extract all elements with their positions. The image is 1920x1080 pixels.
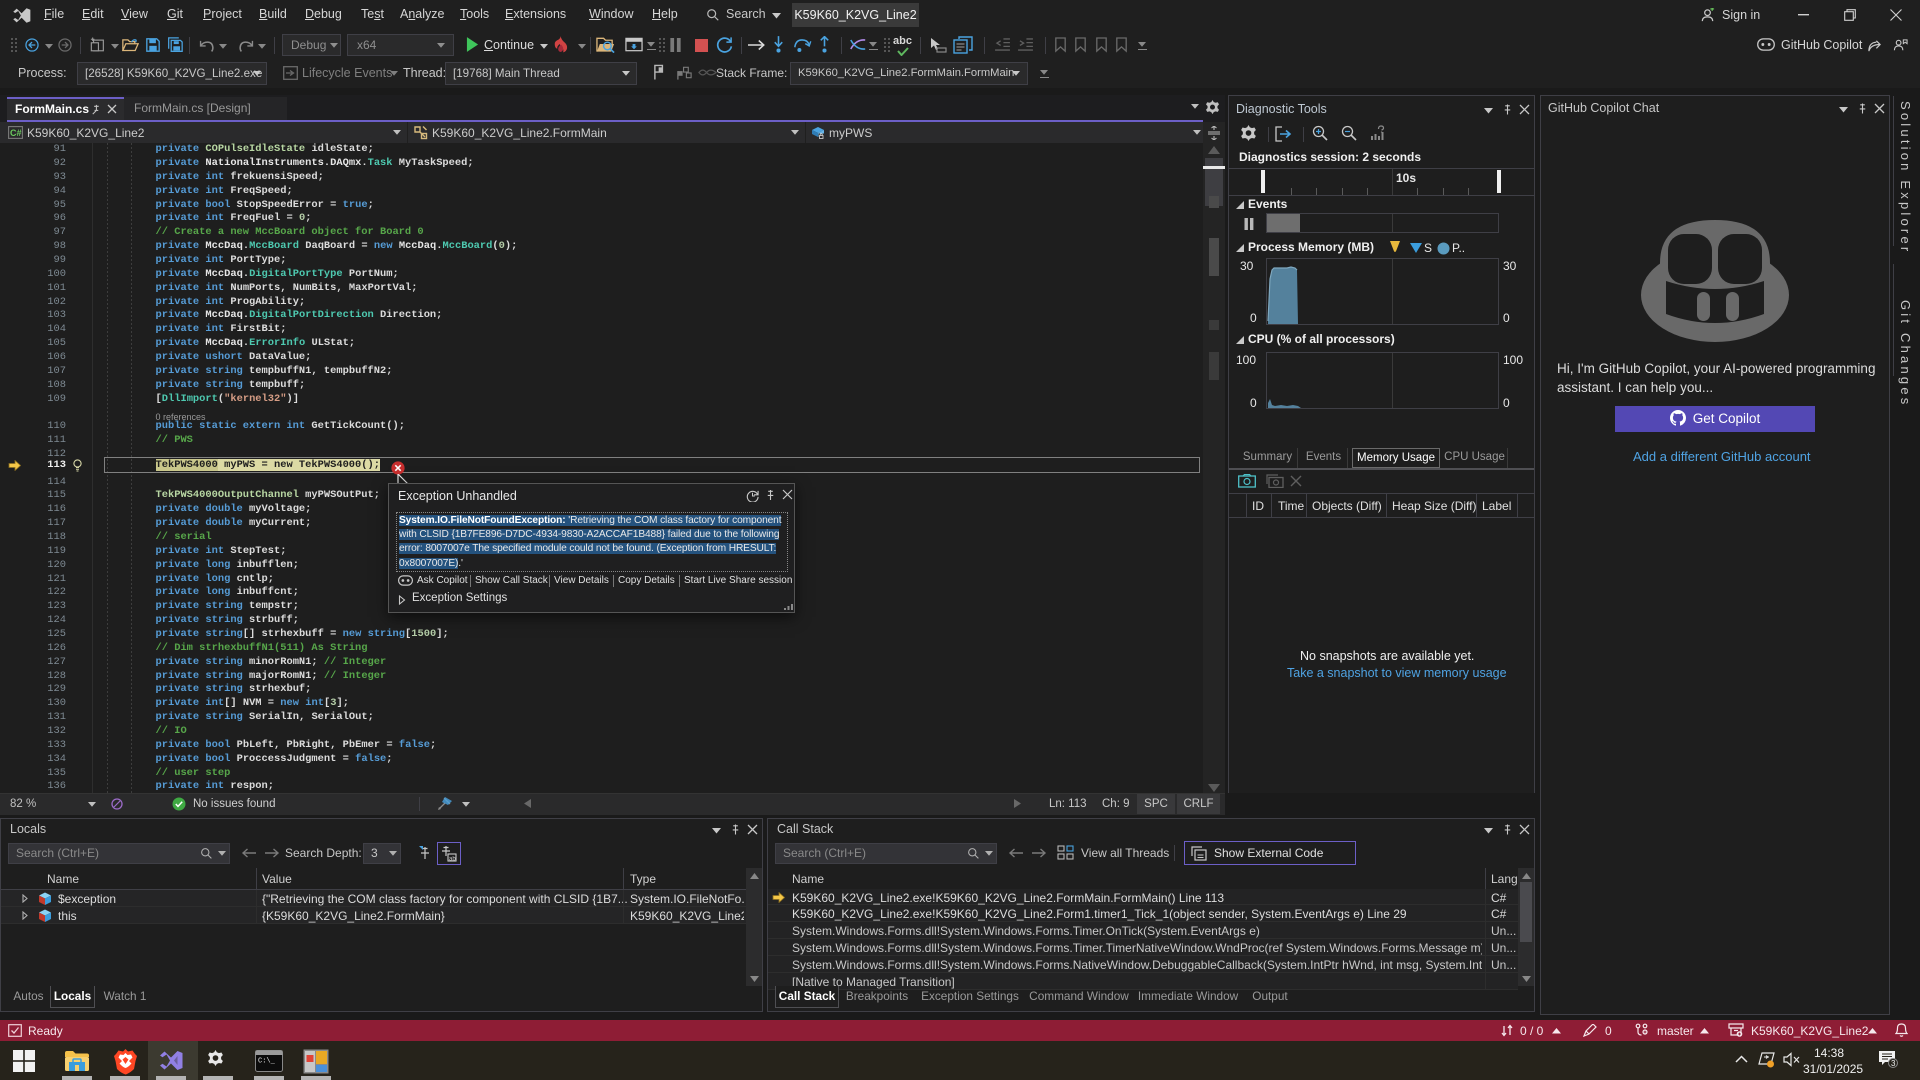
svg-text:C:\_: C:\_ bbox=[258, 1058, 276, 1066]
svg-text:ab: ab bbox=[449, 857, 456, 863]
svg-text:3: 3 bbox=[1891, 1059, 1896, 1068]
svg-text:C#: C# bbox=[10, 128, 22, 138]
